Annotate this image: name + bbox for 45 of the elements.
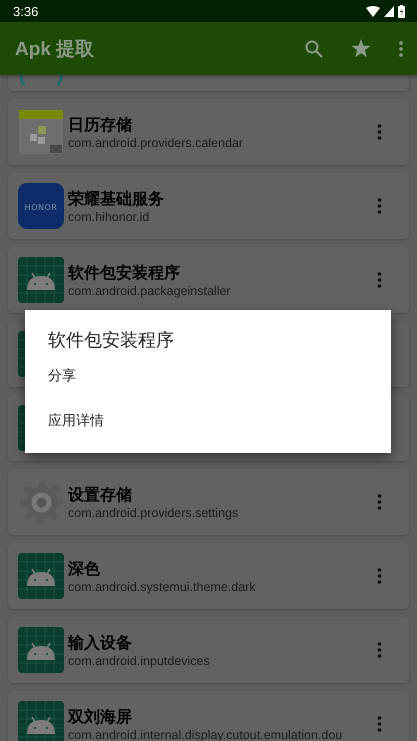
app-name: 设置存储 — [68, 484, 133, 506]
calendar-icon — [18, 109, 64, 155]
more-icon[interactable] — [377, 124, 382, 140]
app-icon — [19, 75, 63, 85]
app-logo-icon: HONOR — [18, 183, 64, 229]
android-icon — [18, 627, 64, 673]
more-icon[interactable] — [377, 716, 382, 732]
search-icon[interactable] — [305, 40, 323, 58]
more-icon[interactable] — [377, 642, 382, 658]
package-name: com.android.packageinstaller — [68, 284, 232, 298]
package-name: com.android.providers.settings — [68, 506, 240, 520]
more-icon[interactable] — [377, 272, 382, 288]
app-card[interactable]: 设置存储 com.android.providers.settings — [8, 469, 409, 535]
app-card[interactable]: 日历存储 com.android.providers.calendar — [8, 99, 409, 165]
dialog-title: 软件包安装程序 — [48, 329, 174, 352]
signal-icon — [384, 6, 394, 16]
package-name: com.android.systemui.theme.dark — [68, 580, 257, 594]
more-icon[interactable] — [399, 40, 403, 56]
package-name: com.android.inputdevices — [68, 654, 211, 668]
app-card[interactable]: HONOR 荣耀基础服务 com.hihonor.id — [8, 173, 409, 239]
app-card[interactable]: 深色 com.android.systemui.theme.dark — [8, 543, 409, 609]
more-icon[interactable] — [377, 568, 382, 584]
package-name: com.hihonor.id — [68, 210, 150, 224]
app-card[interactable]: 软件包安装程序 com.android.packageinstaller — [8, 247, 409, 313]
star-icon[interactable] — [351, 39, 371, 58]
menu-item[interactable]: 应用详情 — [48, 411, 104, 431]
more-icon[interactable] — [377, 198, 382, 214]
app-name: 荣耀基础服务 — [68, 188, 165, 210]
gear-icon — [18, 479, 64, 525]
app-name: 软件包安装程序 — [68, 262, 181, 284]
app-name: 双刘海屏 — [68, 706, 133, 728]
status-time: 3:36 — [13, 4, 38, 18]
app-title: Apk 提取 — [15, 38, 94, 62]
android-icon — [18, 257, 64, 303]
app-name: 深色 — [68, 558, 101, 580]
app-card[interactable]: 输入设备 com.android.inputdevices — [8, 617, 409, 683]
more-icon[interactable] — [377, 494, 382, 510]
android-icon — [18, 701, 64, 741]
menu-item[interactable]: 分享 — [48, 366, 76, 386]
wifi-icon — [366, 6, 380, 16]
battery-icon — [398, 4, 405, 18]
app-name: 日历存储 — [68, 114, 133, 136]
app-name: 输入设备 — [68, 632, 133, 654]
android-icon — [18, 553, 64, 599]
package-name: com.android.providers.calendar — [68, 136, 244, 150]
